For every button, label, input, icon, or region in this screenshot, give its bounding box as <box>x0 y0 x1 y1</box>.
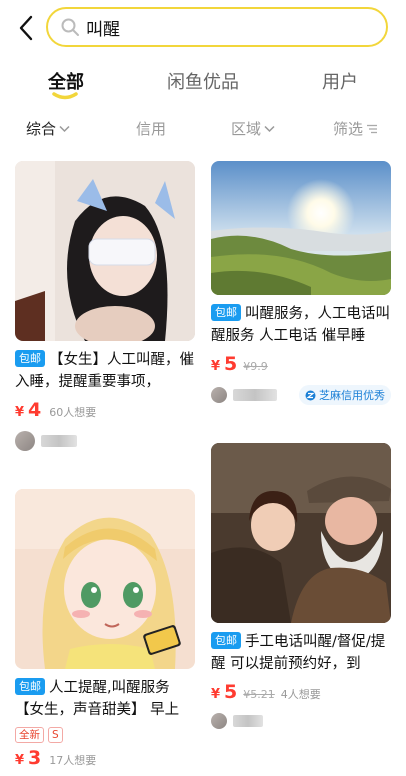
free-shipping-badge: 包邮 <box>211 632 241 649</box>
free-shipping-badge: 包邮 <box>15 678 45 695</box>
original-price: ¥9.9 <box>243 360 268 373</box>
filter-region-label: 区域 <box>231 120 262 138</box>
price: 4 <box>28 399 42 421</box>
seller-avatar <box>15 431 35 451</box>
tab-users[interactable]: 用户 <box>322 68 358 94</box>
seller-row[interactable]: 芝麻信用优秀 <box>211 385 391 405</box>
price-row: ¥ 5 ¥9.9 <box>211 353 391 375</box>
condition-tag: 全新 <box>15 727 44 743</box>
seller-name-blurred <box>233 715 263 727</box>
credit-badge: 芝麻信用优秀 <box>299 385 391 405</box>
original-price: ¥5.21 <box>243 688 275 701</box>
wants-count: 4人想要 <box>280 688 321 701</box>
product-image[interactable] <box>15 161 195 341</box>
price: 5 <box>224 353 238 375</box>
seller-row[interactable] <box>15 431 195 451</box>
product-card[interactable]: 包邮 叫醒服务，人工电话叫醒服务 人工电话 催早睡 ¥ 5 ¥9.9 芝麻信用优秀 <box>211 161 391 405</box>
anime-girl-illustration <box>15 489 195 669</box>
seller-avatar <box>211 387 227 403</box>
product-title: 包邮 叫醒服务，人工电话叫醒服务 人工电话 催早睡 <box>211 303 391 347</box>
free-shipping-badge: 包邮 <box>15 350 45 367</box>
seller-row[interactable] <box>211 713 391 729</box>
product-image[interactable] <box>211 161 391 295</box>
product-title: 包邮 人工提醒,叫醒服务【女生，声音甜美】 早上 <box>15 677 195 721</box>
price: 3 <box>28 747 42 769</box>
product-image[interactable] <box>211 443 391 623</box>
filter-bar: 综合 信用 区域 筛选 <box>0 118 406 144</box>
price: 5 <box>224 681 238 703</box>
girl-with-cat-ears-photo <box>15 161 195 341</box>
filter-comprehensive-label: 综合 <box>26 120 57 138</box>
old-man-and-child-photo <box>211 443 391 623</box>
filter-credit-label: 信用 <box>136 120 167 138</box>
product-card[interactable]: 包邮 人工提醒,叫醒服务【女生，声音甜美】 早上 全新 S ¥ 3 17人想要 <box>15 489 195 769</box>
seller-name-blurred <box>233 389 277 401</box>
currency-symbol: ¥ <box>15 753 25 768</box>
seller-name-blurred <box>41 435 77 447</box>
search-bar[interactable] <box>46 7 388 47</box>
price-row: ¥ 3 17人想要 <box>15 747 195 769</box>
filter-region[interactable]: 区域 <box>231 118 275 139</box>
active-tab-indicator <box>52 92 78 100</box>
price-row: ¥ 5 ¥5.21 4人想要 <box>211 681 391 703</box>
zhima-credit-icon <box>305 390 316 400</box>
currency-symbol: ¥ <box>211 359 221 374</box>
product-card[interactable]: 包邮 【女生】人工叫醒，催入睡，提醒重要事项， ¥ 4 60人想要 <box>15 161 195 451</box>
chevron-down-icon <box>264 125 275 132</box>
wants-count: 17人想要 <box>49 754 97 767</box>
free-shipping-badge: 包邮 <box>211 304 241 321</box>
search-icon <box>61 18 79 36</box>
sunrise-mountain-photo <box>211 161 391 295</box>
credit-label: 芝麻信用优秀 <box>319 389 385 402</box>
seller-avatar <box>211 713 227 729</box>
product-card[interactable]: 包邮 手工电话叫醒/督促/提醒 可以提前预约好，到 ¥ 5 ¥5.21 4人想要 <box>211 443 391 729</box>
tab-xianyu-youpin[interactable]: 闲鱼优品 <box>167 68 239 94</box>
back-button[interactable] <box>12 12 40 44</box>
filter-icon <box>367 124 378 133</box>
filter-screen-label: 筛选 <box>333 120 364 138</box>
currency-symbol: ¥ <box>15 405 25 420</box>
wants-count: 60人想要 <box>49 406 97 419</box>
currency-symbol: ¥ <box>211 687 221 702</box>
filter-screen[interactable]: 筛选 <box>333 118 378 139</box>
product-title: 包邮 【女生】人工叫醒，催入睡，提醒重要事项， <box>15 349 195 393</box>
chevron-down-icon <box>59 125 70 132</box>
price-row: ¥ 4 60人想要 <box>15 399 195 421</box>
search-header <box>0 0 406 56</box>
filter-credit[interactable]: 信用 <box>136 118 166 139</box>
search-input[interactable] <box>86 17 346 37</box>
product-tags: 全新 S <box>15 723 195 743</box>
size-tag: S <box>48 727 63 743</box>
product-title: 包邮 手工电话叫醒/督促/提醒 可以提前预约好，到 <box>211 631 391 675</box>
product-image[interactable] <box>15 489 195 669</box>
tab-all[interactable]: 全部 <box>48 68 84 94</box>
filter-comprehensive[interactable]: 综合 <box>26 118 70 139</box>
chevron-left-icon <box>19 15 33 41</box>
